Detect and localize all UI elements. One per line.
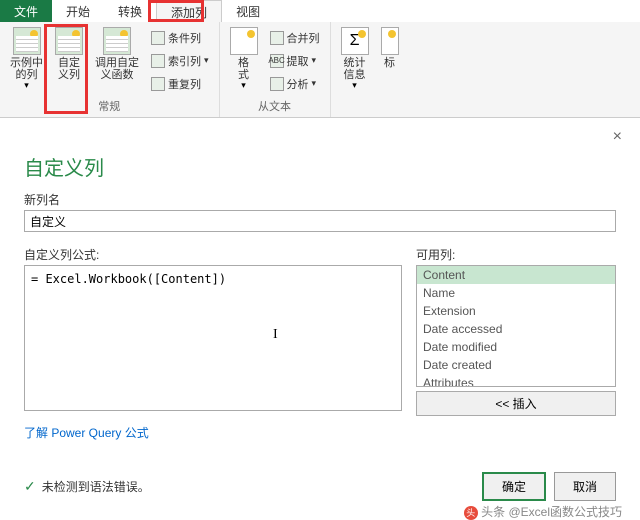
ribbon: 示例中 的列 ▾ 自定 义列 调用自定 义函数 条件列 索引列▾ 重复列 常规 … [0, 22, 640, 118]
check-icon: ✓ [24, 478, 36, 495]
formula-input[interactable] [24, 265, 402, 411]
dropdown-icon: ▾ [312, 79, 317, 88]
close-button[interactable]: × [613, 128, 622, 146]
table-star-icon [13, 27, 41, 55]
tab-home[interactable]: 开始 [52, 0, 104, 22]
ribbon-group-format: 格 式 ▾ 合并列 ABC提取▾ 分析▾ 从文本 [220, 22, 331, 117]
parse-button[interactable]: 分析▾ [268, 74, 322, 94]
duplicate-column-button[interactable]: 重复列 [149, 74, 211, 94]
standard-icon [381, 27, 399, 55]
invoke-function-button[interactable]: 调用自定 义函数 [89, 24, 145, 97]
list-item[interactable]: Extension [417, 302, 615, 320]
dialog-title: 自定义列 [24, 152, 616, 181]
dropdown-icon: ▾ [312, 56, 317, 65]
watermark-icon: 头 [464, 506, 478, 520]
highlight-annotation [148, 0, 204, 22]
index-icon [151, 54, 165, 68]
statistics-button[interactable]: Σ 统计 信息 ▾ [335, 24, 375, 113]
extract-button[interactable]: ABC提取▾ [268, 51, 322, 71]
dropdown-icon: ▾ [241, 81, 246, 90]
sigma-icon: Σ [341, 27, 369, 55]
merge-icon [270, 31, 284, 45]
syntax-status: ✓ 未检测到语法错误。 [24, 478, 150, 495]
insert-button[interactable]: << 插入 [416, 391, 616, 416]
extract-icon: ABC [270, 54, 284, 68]
watermark: 头 头条 @Excel函数公式技巧 [464, 503, 622, 520]
conditional-icon [151, 31, 165, 45]
format-icon [230, 27, 258, 55]
dropdown-icon: ▾ [24, 81, 29, 90]
tab-file[interactable]: 文件 [0, 0, 52, 22]
highlight-annotation [44, 24, 88, 114]
group-label: 常规 [4, 97, 215, 115]
newcol-label: 新列名 [24, 191, 616, 208]
dropdown-icon: ▾ [204, 56, 209, 65]
list-item[interactable]: Name [417, 284, 615, 302]
ribbon-group-number: Σ 统计 信息 ▾ 标 [331, 22, 409, 117]
list-item[interactable]: Date modified [417, 338, 615, 356]
group-label: 从文本 [224, 97, 326, 115]
format-button[interactable]: 格 式 ▾ [224, 24, 264, 97]
conditional-column-button[interactable]: 条件列 [149, 28, 211, 48]
formula-label: 自定义列公式: [24, 246, 402, 263]
text-cursor-icon: I [273, 327, 278, 343]
merge-columns-button[interactable]: 合并列 [268, 28, 322, 48]
column-from-example-button[interactable]: 示例中 的列 ▾ [4, 24, 49, 97]
available-columns-list[interactable]: Content Name Extension Date accessed Dat… [416, 265, 616, 387]
index-column-button[interactable]: 索引列▾ [149, 51, 211, 71]
tab-view[interactable]: 视图 [222, 0, 274, 22]
new-column-name-input[interactable] [24, 210, 616, 232]
custom-column-dialog: × 自定义列 新列名 自定义列公式: 了解 Power Query 公式 可用列… [10, 128, 630, 510]
learn-link[interactable]: 了解 Power Query 公式 [24, 424, 149, 441]
parse-icon [270, 77, 284, 91]
duplicate-icon [151, 77, 165, 91]
cancel-button[interactable]: 取消 [554, 472, 616, 501]
ribbon-group-general: 示例中 的列 ▾ 自定 义列 调用自定 义函数 条件列 索引列▾ 重复列 常规 [0, 22, 220, 117]
list-item[interactable]: Date created [417, 356, 615, 374]
standard-button[interactable]: 标 [375, 24, 405, 113]
ok-button[interactable]: 确定 [482, 472, 546, 501]
list-item[interactable]: Content [417, 266, 615, 284]
list-item[interactable]: Attributes [417, 374, 615, 387]
list-item[interactable]: Date accessed [417, 320, 615, 338]
available-label: 可用列: [416, 246, 616, 263]
dropdown-icon: ▾ [352, 81, 357, 90]
table-fx-icon [103, 27, 131, 55]
